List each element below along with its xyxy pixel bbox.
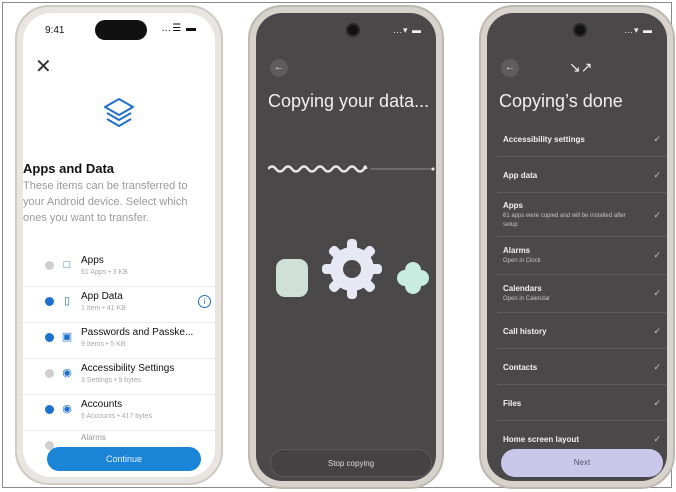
back-arrow-icon[interactable]: ← bbox=[270, 59, 288, 77]
item-name: Alarms bbox=[81, 433, 106, 442]
list-item-accounts[interactable]: ◉ Accounts 6 Accounts • 417 bytes bbox=[23, 395, 215, 431]
checkmark-icon: ✓ bbox=[653, 398, 661, 408]
lock-icon: ▣ bbox=[61, 331, 73, 343]
front-camera bbox=[573, 23, 587, 37]
flower-shape-icon bbox=[397, 262, 429, 294]
progress-wave bbox=[268, 165, 368, 173]
square-shape-icon bbox=[276, 259, 308, 297]
page-title: Copying’s done bbox=[499, 91, 623, 111]
info-icon[interactable]: i bbox=[198, 295, 211, 308]
checkbox-icon[interactable] bbox=[45, 333, 54, 342]
checkmark-icon: ✓ bbox=[653, 288, 661, 298]
layers-icon bbox=[104, 98, 134, 127]
status-icons: …▾ ▬ bbox=[623, 25, 653, 35]
gear-icon bbox=[322, 239, 382, 299]
status-time: 9:41 bbox=[45, 25, 65, 36]
copied-items-list: Accessibility settings ✓ App data ✓ Apps… bbox=[497, 121, 667, 455]
app-icon: □ bbox=[63, 259, 71, 271]
item-detail: 6 Accounts • 417 bytes bbox=[81, 413, 152, 420]
status-icons: …▾ ▬ bbox=[392, 25, 422, 35]
list-item-app-data[interactable]: ▯ App Data 1 Item • 41 KB i bbox=[23, 287, 215, 323]
back-arrow-icon[interactable]: ← bbox=[501, 59, 519, 77]
item-name: Call history bbox=[503, 327, 547, 336]
phone-icon: ▯ bbox=[63, 295, 71, 307]
list-item-accessibility[interactable]: ◉ Accessibility Settings 3 Settings • 9 … bbox=[23, 359, 215, 395]
account-icon: ◉ bbox=[62, 403, 72, 415]
checkbox-icon[interactable] bbox=[45, 297, 54, 306]
item-name: Files bbox=[503, 399, 522, 408]
android-screen-done: …▾ ▬ ← ↘↗ Copying’s done Accessibility s… bbox=[487, 13, 667, 481]
checkmark-icon: ✓ bbox=[653, 134, 661, 144]
item-name: App data bbox=[503, 171, 538, 180]
next-button[interactable]: Next bbox=[501, 449, 663, 477]
android-screen-copying: …▾ ▬ ← Copying your data... Stop copying bbox=[256, 13, 436, 481]
list-item-apps[interactable]: □ Apps 61 Apps • 3 KB bbox=[23, 251, 215, 287]
list-item-passwords[interactable]: ▣ Passwords and Passke... 9 Items • 5 KB bbox=[23, 323, 215, 359]
page-title: Copying your data... bbox=[268, 91, 430, 111]
front-camera bbox=[346, 23, 360, 37]
status-icons: …☰ ▬ bbox=[161, 23, 197, 34]
stop-copying-button[interactable]: Stop copying bbox=[270, 449, 432, 477]
item-name: App Data bbox=[81, 291, 123, 302]
checkmark-icon: ✓ bbox=[653, 362, 661, 372]
checkmark-icon: ✓ bbox=[653, 434, 661, 444]
screenshot-frame: 9:41 …☰ ▬ ✕ Apps and Data These items ca… bbox=[2, 2, 675, 489]
list-item-accessibility: Accessibility settings ✓ bbox=[497, 121, 667, 157]
checkmark-icon: ✓ bbox=[653, 326, 661, 336]
page-description: These items can be transferred to your A… bbox=[23, 180, 188, 224]
android-device-done: …▾ ▬ ← ↘↗ Copying’s done Accessibility s… bbox=[479, 5, 675, 489]
item-detail: 1 Item • 41 KB bbox=[81, 305, 126, 312]
checkbox-icon[interactable] bbox=[45, 369, 54, 378]
item-name: Alarms bbox=[503, 246, 531, 255]
checkmark-icon: ✓ bbox=[653, 170, 661, 180]
list-item-alarms[interactable]: Alarms Open in Clock ✓ bbox=[497, 237, 667, 275]
item-name: Contacts bbox=[503, 363, 538, 372]
page-title: Apps and Data bbox=[23, 161, 115, 176]
item-detail: 3 Settings • 9 bytes bbox=[81, 377, 142, 384]
progress-end-dot bbox=[431, 167, 435, 171]
item-detail: Open in Calendar bbox=[503, 296, 551, 302]
item-detail: 61 Apps • 3 KB bbox=[81, 269, 128, 276]
item-detail: Open in Clock bbox=[503, 258, 541, 264]
list-item-apps: Apps 61 apps were copied and will be ins… bbox=[497, 193, 667, 237]
progress-indicator bbox=[268, 165, 435, 173]
close-icon[interactable]: ✕ bbox=[35, 57, 52, 77]
android-device-copying: …▾ ▬ ← Copying your data... Stop copying bbox=[248, 5, 444, 489]
continue-button[interactable]: Continue bbox=[47, 447, 201, 471]
list-item-app-data: App data ✓ bbox=[497, 157, 667, 193]
checkmark-icon: ✓ bbox=[653, 210, 661, 220]
item-detail: 61 apps were copied and will be installe… bbox=[503, 213, 626, 228]
item-name: Apps bbox=[503, 201, 523, 210]
item-name: Passwords and Passke... bbox=[81, 327, 194, 338]
item-name: Apps bbox=[81, 255, 104, 266]
item-detail: 9 Items • 5 KB bbox=[81, 341, 126, 348]
item-name: Accessibility settings bbox=[503, 135, 585, 144]
item-name: Home screen layout bbox=[503, 435, 580, 444]
list-item-calendars[interactable]: Calendars Open in Calendar ✓ bbox=[497, 275, 667, 313]
list-item-files: Files ✓ bbox=[497, 385, 667, 421]
dynamic-island bbox=[95, 20, 147, 40]
list-item-contacts: Contacts ✓ bbox=[497, 349, 667, 385]
list-item-call-history: Call history ✓ bbox=[497, 313, 667, 349]
shrink-arrows-icon: ↘↗ bbox=[569, 59, 593, 75]
transfer-list: □ Apps 61 Apps • 3 KB ▯ App Data 1 Item … bbox=[23, 251, 215, 466]
accessibility-icon: ◉ bbox=[62, 367, 72, 379]
item-name: Accounts bbox=[81, 399, 123, 410]
checkbox-icon[interactable] bbox=[45, 261, 54, 270]
item-name: Accessibility Settings bbox=[81, 363, 175, 374]
checkbox-icon[interactable] bbox=[45, 405, 54, 414]
iphone-screen: 9:41 …☰ ▬ ✕ Apps and Data These items ca… bbox=[23, 13, 215, 477]
item-name: Calendars bbox=[503, 284, 542, 293]
iphone-device: 9:41 …☰ ▬ ✕ Apps and Data These items ca… bbox=[15, 5, 223, 485]
checkmark-icon: ✓ bbox=[653, 250, 661, 260]
